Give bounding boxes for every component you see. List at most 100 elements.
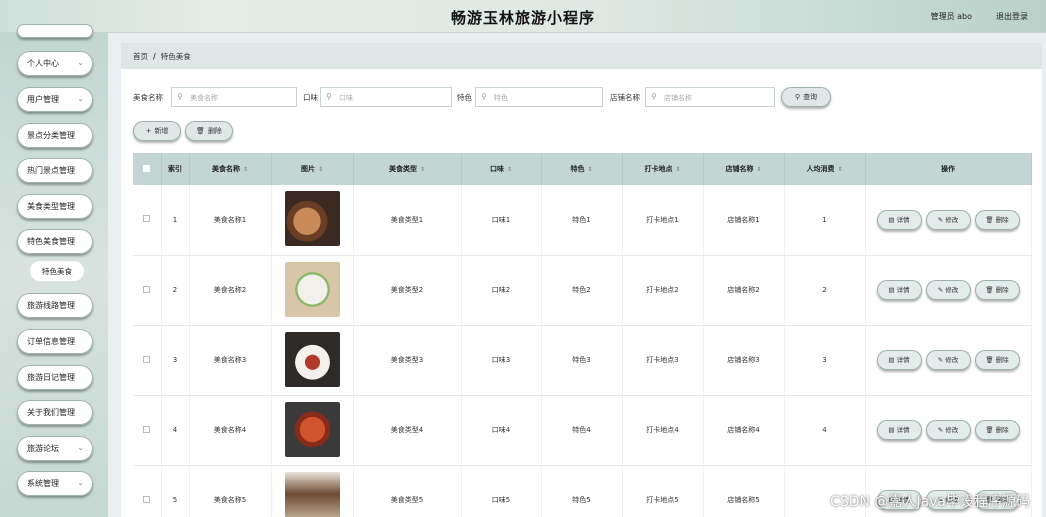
row-food-type: 美食类型1 — [353, 185, 462, 256]
col-taste[interactable]: 口味 ⇕ — [461, 153, 542, 185]
edit-label: 修改 — [945, 215, 959, 224]
row-select-cell — [133, 255, 162, 326]
edit-button[interactable]: ✎ 修改 — [925, 280, 971, 300]
row-delete-button[interactable]: 🗑 删除 — [974, 350, 1020, 370]
sidebar-item-top-partial[interactable] — [17, 24, 93, 38]
row-checkbox[interactable] — [143, 425, 151, 433]
sidebar-item-travel-diary[interactable]: 旅游日记管理 — [17, 365, 93, 390]
row-checkbox[interactable] — [143, 355, 151, 363]
food-name-label: 美食名称 — [133, 93, 163, 102]
sort-icon: ⇕ — [419, 166, 426, 173]
search-icon: ⚲ — [651, 92, 657, 101]
col-food-type[interactable]: 美食类型 ⇕ — [353, 153, 462, 185]
edit-button[interactable]: ✎ 修改 — [925, 420, 971, 440]
col-avg-spend-label: 人均消费 — [806, 165, 835, 173]
feature-input[interactable]: ⚲ 特色 — [475, 87, 603, 107]
sidebar-item-travel-routes[interactable]: 旅游线路管理 — [17, 293, 93, 318]
sidebar: 个人中心 ⌄ 用户管理 ⌄ 景点分类管理 热门景点管理 美食类型管理 特色美食管理 … — [0, 24, 108, 517]
sidebar-item-hot-spots[interactable]: 热门景点管理 — [17, 158, 93, 183]
col-food-name-label: 美食名称 — [211, 165, 240, 173]
sidebar-item-personal-center[interactable]: 个人中心 ⌄ — [17, 51, 93, 76]
row-avg-spend: 2 — [784, 255, 866, 326]
sidebar-item-food-type[interactable]: 美食类型管理 — [17, 194, 93, 219]
row-avg-spend: 1 — [784, 185, 866, 256]
row-location: 打卡地点3 — [622, 325, 704, 396]
col-location-label: 打卡地点 — [644, 165, 673, 173]
table-row: 2 美食名称2 美食类型2 口味2 特色2 打卡地点2 店铺名称2 2 ▤ 详情 ✎… — [133, 255, 1032, 326]
detail-button[interactable]: ▤ 详情 — [876, 280, 922, 300]
row-avg-spend: 4 — [784, 395, 866, 466]
detail-label: 详情 — [896, 356, 910, 364]
row-checkbox[interactable] — [143, 285, 151, 293]
col-food-type-label: 美食类型 — [388, 165, 417, 173]
edit-button[interactable]: ✎ 修改 — [925, 350, 971, 370]
pencil-icon: ✎ — [937, 215, 944, 224]
col-shop-name[interactable]: 店铺名称 ⇕ — [703, 153, 785, 185]
food-image — [284, 471, 340, 517]
sort-icon: ⇕ — [587, 166, 593, 173]
query-button-label: 查询 — [803, 93, 818, 101]
row-food-type: 美食类型2 — [353, 255, 462, 326]
row-delete-button[interactable]: 🗑 删除 — [974, 420, 1020, 440]
batch-delete-button[interactable]: 🗑 删除 — [185, 121, 233, 141]
sidebar-item-label: 旅游日记管理 — [27, 373, 75, 382]
detail-button[interactable]: ▤ 详情 — [876, 209, 922, 230]
sidebar-item-orders[interactable]: 订单信息管理 — [17, 329, 93, 354]
row-select-cell — [133, 185, 162, 256]
select-all-header — [133, 153, 162, 185]
add-button[interactable]: + 新增 — [133, 121, 181, 141]
sidebar-item-spot-category[interactable]: 景点分类管理 — [17, 123, 93, 148]
search-icon: ⚲ — [481, 92, 487, 101]
trash-icon: 🗑 — [985, 286, 994, 294]
sidebar-item-forum[interactable]: 旅游论坛 ⌄ — [17, 436, 93, 461]
taste-input[interactable]: ⚲ 口味 — [320, 87, 452, 107]
sidebar-item-system[interactable]: 系统管理 ⌄ — [17, 471, 93, 496]
col-location[interactable]: 打卡地点 ⇕ — [622, 153, 704, 185]
row-food-name: 美食名称4 — [189, 395, 272, 466]
sidebar-subitem-featured-food[interactable]: 特色美食 — [30, 261, 84, 281]
row-food-type: 美食类型3 — [353, 325, 462, 396]
sidebar-item-user-management[interactable]: 用户管理 ⌄ — [17, 87, 93, 112]
sidebar-item-featured-food[interactable]: 特色美食管理 — [17, 229, 93, 254]
detail-button[interactable]: ▤ 详情 — [876, 350, 922, 370]
row-delete-button[interactable]: 🗑 删除 — [974, 280, 1020, 300]
taste-label: 口味 — [303, 93, 318, 102]
sidebar-item-label: 旅游论坛 — [27, 444, 59, 453]
col-avg-spend[interactable]: 人均消费 ⇕ — [784, 153, 866, 185]
sidebar-item-about-us[interactable]: 关于我们管理 — [17, 400, 93, 425]
row-food-name: 美食名称2 — [189, 255, 272, 326]
edit-button[interactable]: ✎ 修改 — [925, 209, 971, 230]
logout-link[interactable]: 退出登录 — [996, 11, 1028, 22]
delete-label: 删除 — [995, 356, 1009, 364]
query-button[interactable]: ⚲ 查询 — [781, 87, 831, 107]
row-avg-spend: 3 — [784, 325, 866, 396]
food-name-input[interactable]: ⚲ 美食名称 — [171, 87, 297, 107]
row-image-cell — [271, 255, 354, 326]
row-taste: 口味4 — [461, 395, 542, 466]
app-title: 畅游玉林旅游小程序 — [450, 9, 595, 27]
row-image-cell — [271, 395, 354, 466]
row-delete-button[interactable]: 🗑 删除 — [974, 209, 1020, 230]
select-all-checkbox[interactable] — [143, 164, 151, 172]
detail-button[interactable]: ▤ 详情 — [876, 420, 922, 440]
col-feature[interactable]: 特色 ⇕ — [541, 153, 623, 185]
sort-icon: ⇕ — [242, 166, 249, 173]
col-food-name[interactable]: 美食名称 ⇕ — [189, 153, 272, 185]
sidebar-item-label: 个人中心 — [27, 59, 59, 68]
row-checkbox[interactable] — [143, 215, 151, 223]
breadcrumb-separator: / — [153, 52, 156, 61]
shop-name-input[interactable]: ⚲ 店铺名称 — [645, 87, 775, 107]
row-checkbox[interactable] — [143, 495, 151, 503]
row-index: 2 — [161, 255, 190, 326]
food-image — [284, 331, 340, 387]
sidebar-item-label: 美食类型管理 — [27, 202, 75, 211]
breadcrumb-home[interactable]: 首页 — [133, 52, 148, 61]
col-index: 索引 — [161, 153, 190, 185]
row-taste: 口味5 — [461, 465, 542, 517]
edit-label: 修改 — [945, 426, 959, 434]
sidebar-item-label: 特色美食管理 — [27, 237, 75, 246]
col-image[interactable]: 图片 ⇕ — [271, 153, 354, 185]
row-image-cell — [271, 185, 354, 256]
feature-label: 特色 — [457, 93, 472, 102]
document-icon: ▤ — [888, 215, 895, 224]
